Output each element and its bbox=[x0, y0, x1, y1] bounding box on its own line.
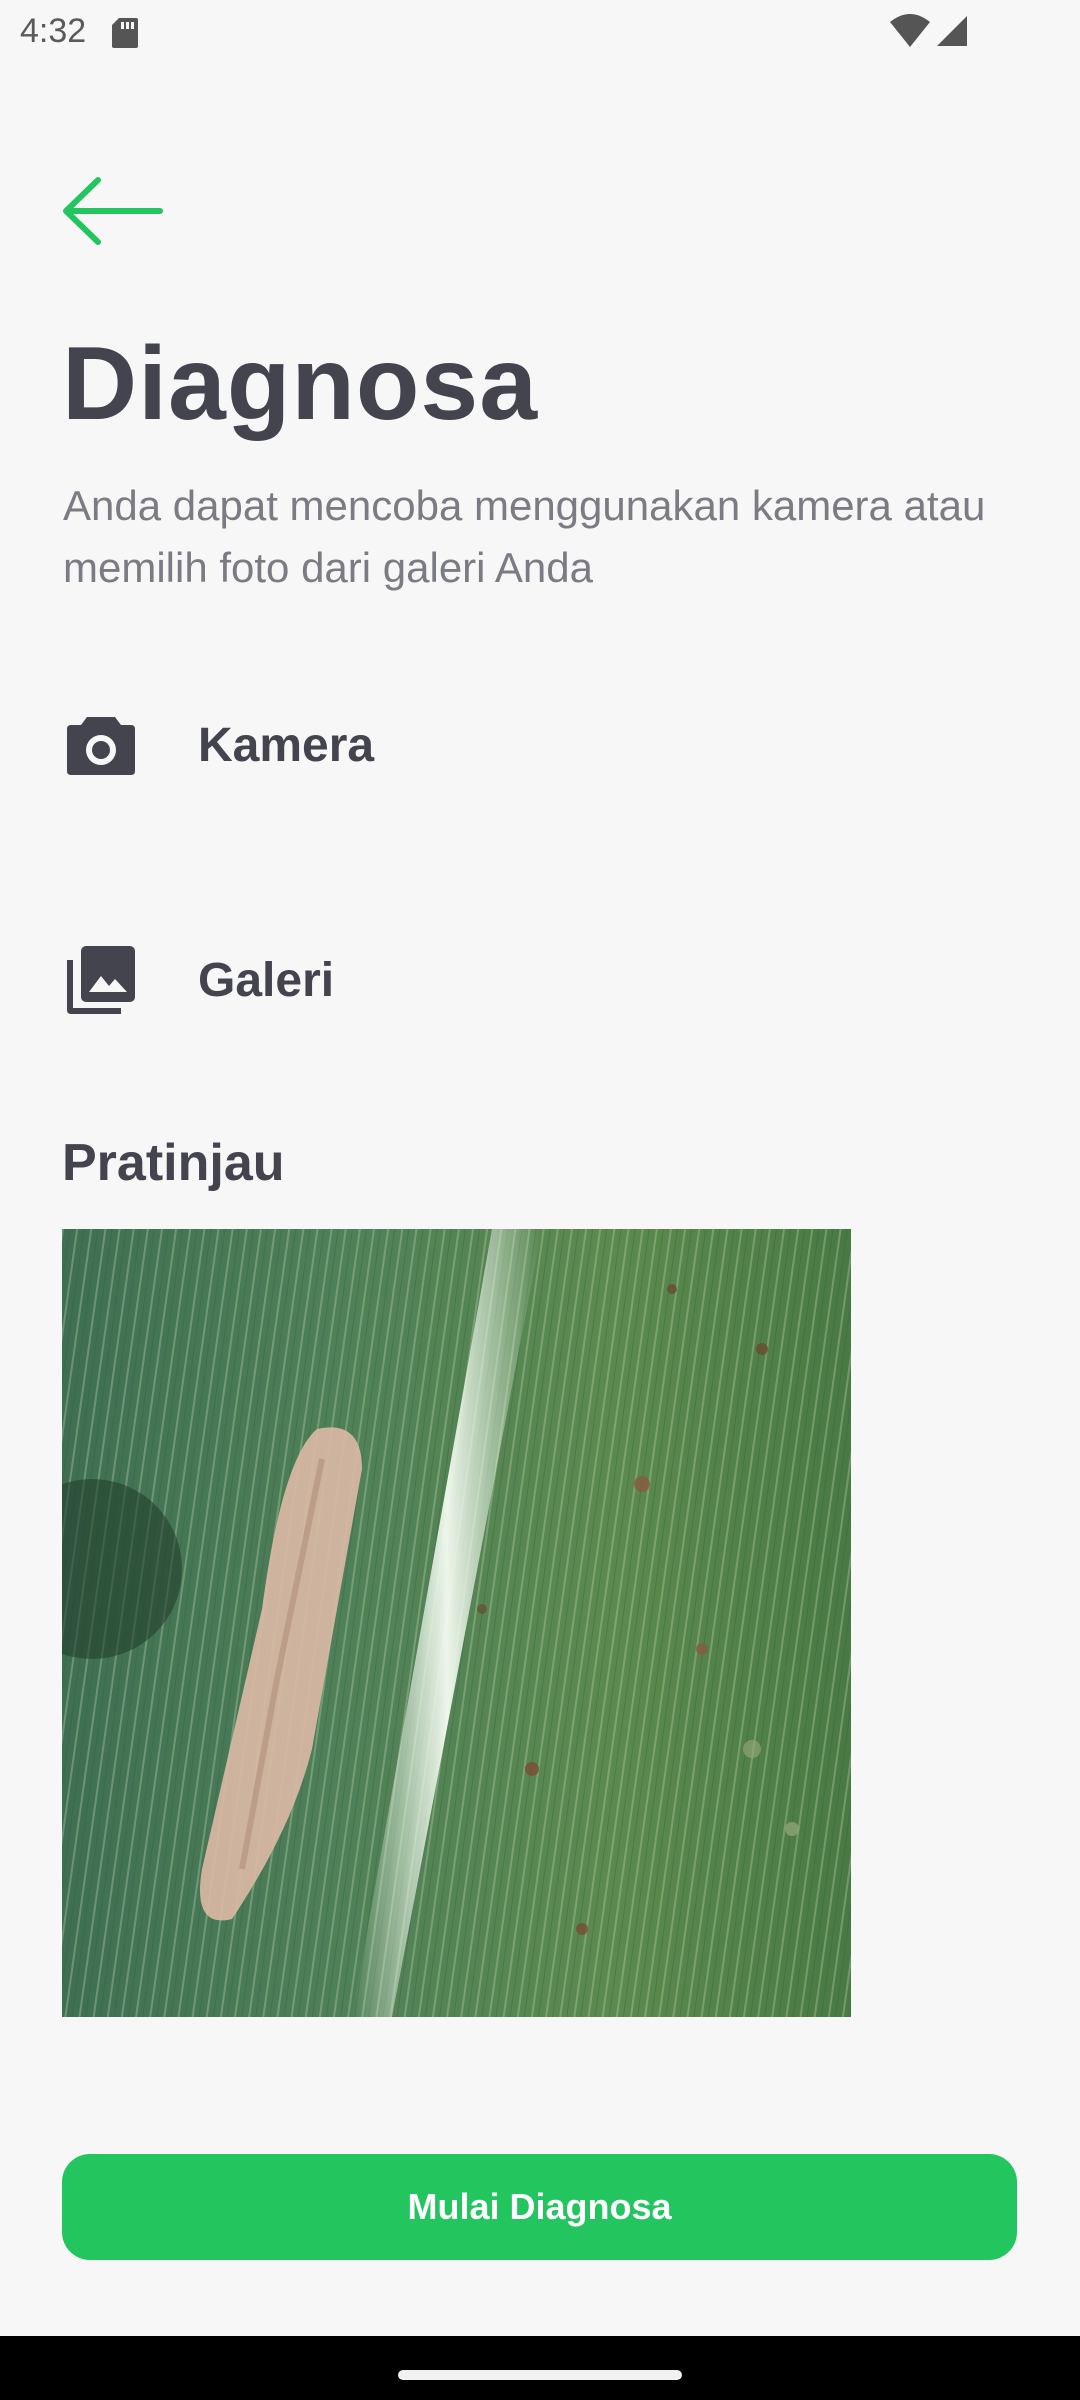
back-button[interactable] bbox=[60, 170, 172, 252]
camera-icon bbox=[62, 706, 140, 784]
leaf-photo-preview bbox=[62, 1229, 851, 2017]
gallery-option[interactable]: Galeri bbox=[62, 915, 1018, 1045]
cell-signal-icon bbox=[935, 14, 969, 48]
arrow-left-icon bbox=[60, 176, 164, 246]
home-indicator[interactable] bbox=[398, 2370, 682, 2380]
status-bar: 4:32 bbox=[0, 0, 1080, 62]
start-diagnosis-button[interactable]: Mulai Diagnosa bbox=[62, 2154, 1017, 2260]
photo-library-icon bbox=[62, 941, 140, 1019]
wifi-icon bbox=[890, 14, 930, 48]
sd-card-icon bbox=[110, 16, 140, 48]
camera-option[interactable]: Kamera bbox=[62, 680, 1018, 810]
preview-title: Pratinjau bbox=[62, 1134, 285, 1192]
page-subtitle: Anda dapat mencoba menggunakan kamera at… bbox=[63, 482, 986, 591]
gallery-option-label: Galeri bbox=[198, 953, 335, 1007]
camera-option-label: Kamera bbox=[198, 718, 375, 772]
status-time: 4:32 bbox=[20, 12, 87, 50]
navigation-bar bbox=[0, 2336, 1080, 2400]
page-title: Diagnosa bbox=[62, 326, 539, 442]
